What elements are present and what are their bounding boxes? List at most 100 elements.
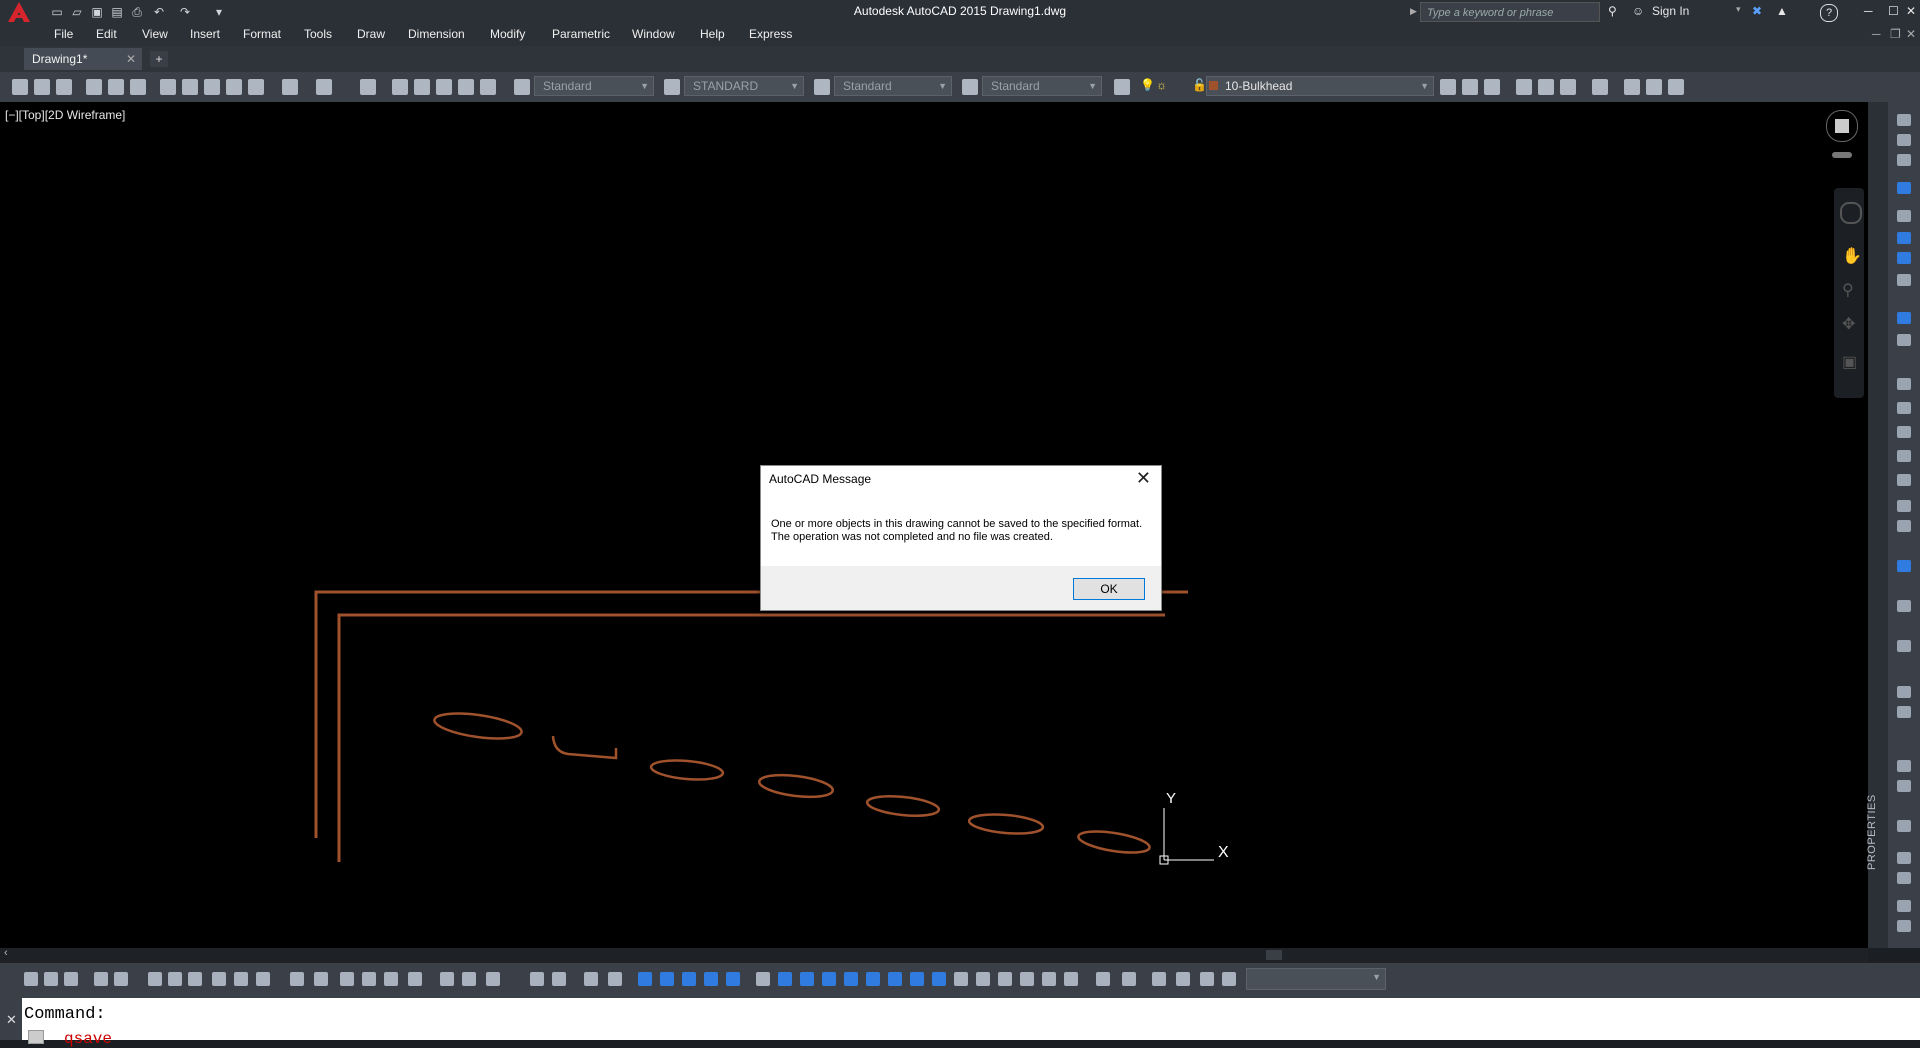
scrollbar-thumb[interactable] [1266,950,1282,960]
layer-unlock-icon[interactable]: 🔓 [1192,78,1207,92]
bt-tool-40-icon[interactable] [976,972,990,986]
rt-tool-11-icon[interactable] [1897,378,1911,390]
match-properties-icon[interactable] [226,79,242,95]
bt-tool-27-icon[interactable] [682,972,696,986]
rt-tool-17-icon[interactable] [1897,520,1911,532]
rt-tool-12-icon[interactable] [1897,402,1911,414]
toolbar-undo-icon[interactable] [282,79,298,95]
rt-tool-8-icon[interactable] [1897,274,1911,286]
tab-drawing1[interactable]: Drawing1* ✕ [24,48,142,70]
rt-tool-9-icon[interactable] [1897,312,1911,324]
doc-close-icon[interactable]: ✕ [1906,27,1916,41]
rt-tool-6-icon[interactable] [1897,232,1911,244]
cut-icon[interactable] [160,79,176,95]
menu-modify[interactable]: Modify [490,27,525,41]
mleader-style-icon[interactable] [962,79,978,95]
bt-tool-45-icon[interactable] [1096,972,1110,986]
bt-table-icon[interactable] [256,972,270,986]
rt-tool-1-icon[interactable] [1897,114,1911,126]
bt-tool-34-icon[interactable] [844,972,858,986]
table-style-icon[interactable] [814,79,830,95]
properties-icon[interactable] [392,79,408,95]
dialog-close-icon[interactable]: ✕ [1136,468,1151,489]
bt-tool-22-icon[interactable] [552,972,566,986]
sign-in-label[interactable]: Sign In [1652,4,1689,18]
bt-tool-9-icon[interactable] [212,972,226,986]
make-current-layer-icon[interactable] [1440,79,1456,95]
rt-tool-16-icon[interactable] [1897,500,1911,512]
autocad-logo-icon[interactable] [0,0,38,24]
rt-tool-24-icon[interactable] [1897,780,1911,792]
bt-tool-33-icon[interactable] [822,972,836,986]
bt-tool-1-icon[interactable] [24,972,38,986]
viewport-scale-icon[interactable] [1560,79,1576,95]
viewport-controls[interactable]: [−][Top][2D Wireframe] [5,108,125,122]
bt-tool-26-icon[interactable] [660,972,674,986]
pan-icon[interactable] [360,79,376,95]
bt-tool-5-icon[interactable] [114,972,128,986]
markup-icon[interactable] [480,79,496,95]
bt-tool-21-icon[interactable] [530,972,544,986]
zoom-nav-icon[interactable]: ⚲ [1842,280,1854,300]
paste-icon[interactable] [204,79,220,95]
properties-palette-label[interactable]: PROPERTIES [1866,794,1878,870]
menu-dimension[interactable]: Dimension [408,27,465,41]
customize-qat-icon[interactable]: ▾ [210,3,228,21]
block-editor-icon[interactable] [248,79,264,95]
rt-tool-2-icon[interactable] [1897,134,1911,146]
viewport-icon[interactable] [1516,79,1532,95]
bt-tool-44-icon[interactable] [1064,972,1078,986]
menu-file[interactable]: File [54,27,73,41]
tab-close-icon[interactable]: ✕ [126,48,136,70]
text-style-select[interactable]: Standard ▼ [534,76,654,96]
sheet-set-icon[interactable] [458,79,474,95]
bt-tool-39-icon[interactable] [954,972,968,986]
plot-preview-icon[interactable] [108,79,124,95]
bt-tool-29-icon[interactable] [726,972,740,986]
layer-previous-icon[interactable] [1462,79,1478,95]
bt-tool-13-icon[interactable] [314,972,328,986]
bt-tool-31-icon[interactable] [778,972,792,986]
color-control-icon[interactable] [1592,79,1608,95]
help-icon[interactable]: ? [1820,4,1838,22]
rt-tool-7-icon[interactable] [1897,252,1911,264]
bt-xline-icon[interactable] [462,972,476,986]
menu-tools[interactable]: Tools [304,27,332,41]
bt-tool-37-icon[interactable] [910,972,924,986]
dim-style-select[interactable]: STANDARD ▼ [684,76,804,96]
menu-view[interactable]: View [142,27,168,41]
sign-in-dropdown-icon[interactable]: ▾ [1736,4,1741,15]
bt-tool-41-icon[interactable] [998,972,1012,986]
bt-tool-42-icon[interactable] [1020,972,1034,986]
lineweight-icon[interactable] [1646,79,1662,95]
bt-tool-2-icon[interactable] [44,972,58,986]
bt-tool-25-icon[interactable] [638,972,652,986]
linetype-icon[interactable] [1624,79,1640,95]
save-icon[interactable]: ▣ [88,3,106,21]
bt-tool-10-icon[interactable] [234,972,248,986]
bottom-dropdown[interactable]: ▼ [1246,968,1386,990]
doc-minimize-icon[interactable]: ─ [1872,27,1881,41]
command-window[interactable] [0,998,1920,1040]
rt-tool-15-icon[interactable] [1897,474,1911,486]
bt-tool-36-icon[interactable] [888,972,902,986]
minimize-icon[interactable]: ─ [1864,4,1873,18]
new-file-icon[interactable]: ▭ [48,3,66,21]
bt-arc-icon[interactable] [408,972,422,986]
horizontal-scrollbar[interactable]: ‹ [0,947,1868,962]
search-expand-icon[interactable]: ▶ [1410,6,1417,17]
mleader-style-select[interactable]: Standard ▼ [982,76,1102,96]
bt-tool-32-icon[interactable] [800,972,814,986]
plot-style-icon[interactable] [1668,79,1684,95]
rt-tool-27-icon[interactable] [1897,872,1911,884]
command-prompt[interactable]: Command: [24,1005,106,1024]
bt-tool-43-icon[interactable] [1042,972,1056,986]
bt-ray-icon[interactable] [486,972,500,986]
autodesk-360-icon[interactable]: ▲ [1776,4,1788,18]
table-style-select[interactable]: Standard ▼ [834,76,952,96]
pan-nav-icon[interactable]: ✋ [1842,246,1862,266]
redo-icon[interactable]: ↷ [176,3,194,21]
window-close-icon[interactable]: ✕ [1906,4,1916,18]
toolbar-redo-icon[interactable] [316,79,332,95]
bt-tool-48-icon[interactable] [1176,972,1190,986]
